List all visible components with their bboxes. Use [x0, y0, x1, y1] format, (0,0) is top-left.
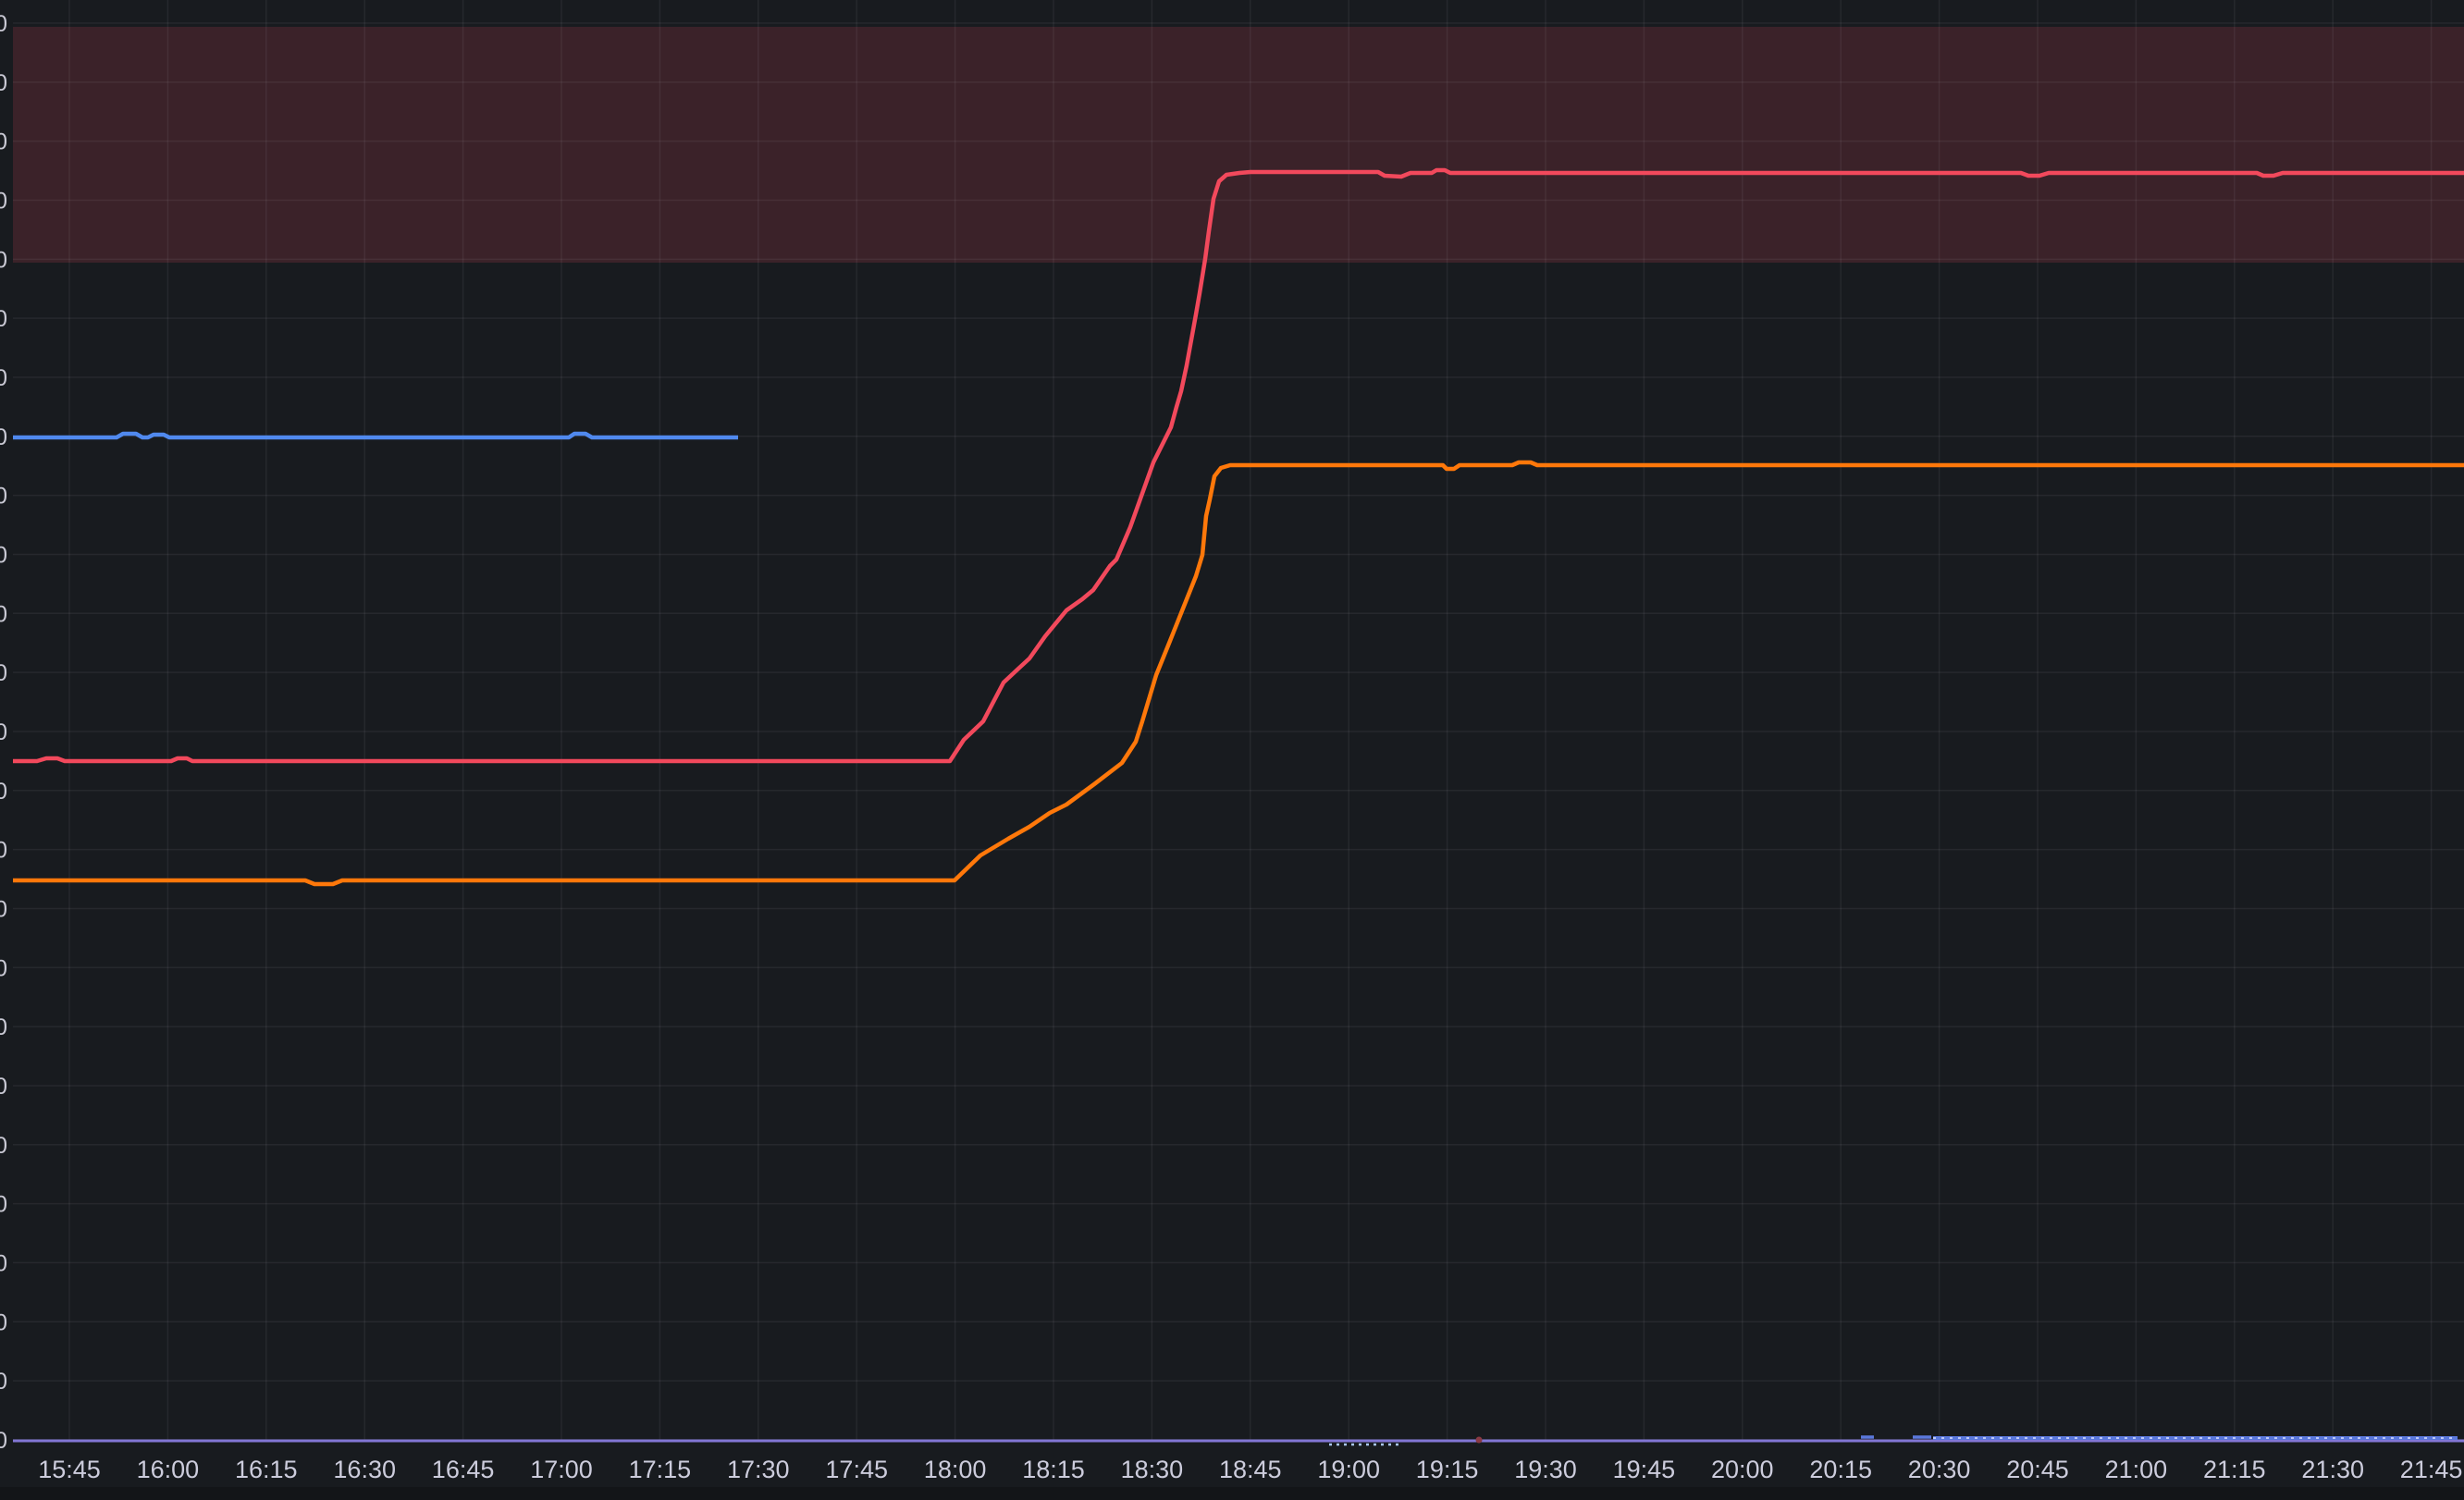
- y-axis-tick-label-truncated: 0: [0, 896, 7, 922]
- x-axis-tick-label: 21:30: [2301, 1456, 2364, 1483]
- x-axis-tick-label: 18:00: [924, 1456, 987, 1483]
- x-axis-tick-label: 18:30: [1121, 1456, 1184, 1483]
- x-axis-tick-label: 20:15: [1809, 1456, 1872, 1483]
- y-axis-tick-label-truncated: 0: [0, 11, 7, 37]
- x-axis-tick-label: 20:45: [2006, 1456, 2069, 1483]
- y-axis-tick-label-truncated: 0: [0, 1192, 7, 1218]
- y-axis-tick-label-truncated: 0: [0, 1309, 7, 1335]
- x-axis-tick-label: 21:45: [2400, 1456, 2463, 1483]
- x-axis-tick-label: 16:00: [137, 1456, 200, 1483]
- y-axis-tick-label-truncated: 0: [0, 660, 7, 686]
- y-axis-tick-label-truncated: 0: [0, 247, 7, 273]
- y-axis-tick-label-truncated: 0: [0, 129, 7, 155]
- grafana-time-series-panel: 0 0 0 0 0 0 0 0 0 0 0 0 0 0 0 0 0 0 0 0 0 0 0 0 0 15:45 16:00 16:15…: [0, 0, 2464, 1500]
- y-axis-tick-label-truncated: 0: [0, 1428, 7, 1454]
- y-axis-tick-label-truncated: 0: [0, 424, 7, 450]
- x-axis-tick-label: 18:15: [1022, 1456, 1085, 1483]
- x-axis-tick-label: 15:45: [38, 1456, 101, 1483]
- panel-bottom-strip: [0, 1487, 2464, 1500]
- dark-red-dot-marker: [1476, 1437, 1483, 1444]
- x-axis-tick-label: 16:30: [333, 1456, 396, 1483]
- x-axis-tick-label: 17:30: [727, 1456, 790, 1483]
- x-axis-tick-label: 19:45: [1613, 1456, 1676, 1483]
- y-axis-tick-label-truncated: 0: [0, 1014, 7, 1040]
- y-axis-tick-label-truncated: 0: [0, 955, 7, 981]
- x-axis-tick-label: 16:45: [432, 1456, 495, 1483]
- x-axis-tick-label: 19:00: [1317, 1456, 1380, 1483]
- y-axis-tick-label-truncated: 0: [0, 542, 7, 568]
- y-axis-tick-label-truncated: 0: [0, 1074, 7, 1100]
- threshold-band: [13, 27, 2464, 263]
- x-axis-tick-label: 21:00: [2105, 1456, 2168, 1483]
- x-axis-tick-label: 19:30: [1514, 1456, 1577, 1483]
- y-axis-tick-label-truncated: 0: [0, 1250, 7, 1276]
- x-axis-tick-label: 18:45: [1219, 1456, 1282, 1483]
- x-axis-tick-label: 17:15: [629, 1456, 692, 1483]
- x-axis-tick-label: 17:45: [825, 1456, 888, 1483]
- y-axis-tick-label-truncated: 0: [0, 838, 7, 864]
- y-axis-tick-label-truncated: 0: [0, 306, 7, 332]
- y-axis-tick-label-truncated: 0: [0, 365, 7, 391]
- y-axis-tick-label-truncated: 0: [0, 779, 7, 805]
- y-axis-tick-label-truncated: 0: [0, 719, 7, 745]
- y-axis-tick-label-truncated: 0: [0, 601, 7, 627]
- y-axis-tick-label-truncated: 0: [0, 1369, 7, 1395]
- x-axis-tick-label: 21:15: [2203, 1456, 2266, 1483]
- timeseries-chart-canvas[interactable]: 0 0 0 0 0 0 0 0 0 0 0 0 0 0 0 0 0 0 0 0 0 0 0 0 0 15:45 16:00 16:15…: [0, 0, 2464, 1500]
- x-axis-tick-label: 19:15: [1416, 1456, 1479, 1483]
- x-axis-tick-label: 16:15: [235, 1456, 298, 1483]
- x-axis-tick-label: 17:00: [530, 1456, 593, 1483]
- x-axis-tick-label: 20:00: [1711, 1456, 1774, 1483]
- y-axis-tick-label-truncated: 0: [0, 188, 7, 214]
- y-axis-tick-label-truncated: 0: [0, 1133, 7, 1159]
- y-axis-tick-label-truncated: 0: [0, 484, 7, 510]
- y-axis-tick-label-truncated: 0: [0, 70, 7, 96]
- x-axis-tick-label: 20:30: [1908, 1456, 1971, 1483]
